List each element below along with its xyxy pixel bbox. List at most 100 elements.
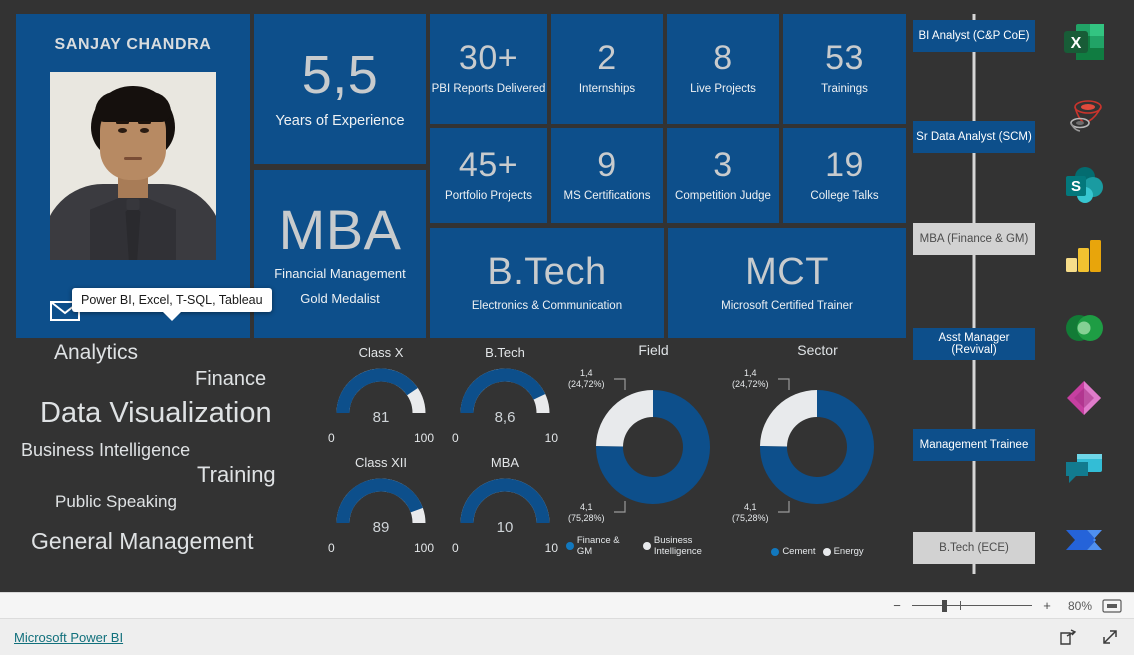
- zoom-in-button[interactable]: +: [1042, 599, 1052, 612]
- gauge-max-label: 100: [413, 541, 434, 555]
- kpi-value: 8: [713, 39, 733, 78]
- kpi-tile-college-talks[interactable]: 19 College Talks: [783, 128, 906, 223]
- credential-value: B.Tech: [487, 250, 607, 293]
- credential-label: Microsoft Certified Trainer: [721, 299, 853, 312]
- donut-slice-label-small: 1,4 (24,72%): [568, 368, 605, 390]
- kpi-value: 30+: [458, 39, 519, 78]
- timeline-node[interactable]: MBA (Finance & GM): [913, 223, 1035, 255]
- status-bar: Microsoft Power BI: [0, 618, 1134, 655]
- donut-slice-label-large: 4,1 (75,28%): [732, 502, 769, 524]
- kpi-tile-ms-certifications[interactable]: 9 MS Certifications: [551, 128, 663, 223]
- kpi-value: 9: [597, 145, 617, 184]
- kpi-label: Years of Experience: [275, 112, 405, 129]
- word-cloud-item[interactable]: General Management: [31, 530, 253, 553]
- teams-icon[interactable]: [1060, 446, 1108, 494]
- kpi-tile-competition-judge[interactable]: 3 Competition Judge: [667, 128, 779, 223]
- office-icon[interactable]: [1060, 304, 1108, 352]
- kpi-value: 2: [597, 39, 617, 78]
- credential-label-2: Gold Medalist: [300, 291, 380, 307]
- credential-label: Electronics & Communication: [471, 299, 623, 312]
- gauge-max-label: 10: [544, 431, 558, 445]
- credential-label: Financial Management: [274, 265, 406, 281]
- kpi-tile-live-projects[interactable]: 8 Live Projects: [667, 14, 779, 124]
- timeline-node[interactable]: Sr Data Analyst (SCM): [913, 121, 1035, 153]
- kpi-label: PBI Reports Delivered: [431, 83, 546, 96]
- career-timeline: BI Analyst (C&P CoE) Sr Data Analyst (SCM…: [913, 14, 1035, 574]
- kpi-label: Portfolio Projects: [445, 189, 532, 202]
- credential-value: MCT: [745, 250, 829, 293]
- power-automate-icon[interactable]: [1060, 516, 1108, 564]
- donut-legend: Cement Energy: [730, 546, 905, 557]
- word-cloud-item[interactable]: Public Speaking: [55, 493, 177, 510]
- gauge-class-x[interactable]: Class X 81 0 100: [326, 345, 436, 457]
- kpi-label: MS Certifications: [563, 189, 651, 202]
- donut-slice-label-large: 4,1 (75,28%): [568, 502, 605, 524]
- donut-field[interactable]: Field 1,4 (24,72%) 4,1 (75,28%) Finance & …: [566, 342, 741, 557]
- sharepoint-icon[interactable]: S: [1060, 162, 1108, 210]
- gauge-max-label: 100: [413, 431, 434, 445]
- kpi-label: Live Projects: [690, 83, 756, 96]
- power-bi-icon[interactable]: [1060, 232, 1108, 280]
- timeline-node[interactable]: B.Tech (ECE): [913, 532, 1035, 564]
- gauge-b-tech[interactable]: B.Tech 8,6 0 10: [450, 345, 560, 457]
- legend-item[interactable]: Business Intelligence: [643, 535, 741, 557]
- gauge-min-label: 0: [452, 541, 459, 555]
- legend-item[interactable]: Finance & GM: [566, 535, 636, 557]
- word-cloud-item[interactable]: Data Visualization: [40, 399, 272, 428]
- kpi-value: 5,5: [301, 44, 379, 105]
- svg-text:S: S: [1071, 178, 1081, 195]
- gauge-max-label: 10: [544, 541, 558, 555]
- gauge-title: MBA: [490, 455, 520, 470]
- tool-icon-rail: X S: [1056, 16, 1118, 576]
- kpi-label: Internships: [578, 83, 636, 96]
- microsoft-power-bi-link[interactable]: Microsoft Power BI: [14, 630, 123, 645]
- power-apps-icon[interactable]: [1060, 374, 1108, 422]
- fit-to-page-icon[interactable]: [1102, 599, 1122, 613]
- sql-server-icon[interactable]: [1060, 90, 1108, 138]
- word-cloud-item[interactable]: Finance: [195, 369, 266, 389]
- kpi-tile-pbi-reports-delivered[interactable]: 30+ PBI Reports Delivered: [430, 14, 547, 124]
- zoom-slider[interactable]: [912, 599, 1032, 613]
- donut-title: Field: [638, 342, 669, 358]
- kpi-tile-portfolio-projects[interactable]: 45+ Portfolio Projects: [430, 128, 547, 223]
- kpi-tile-trainings[interactable]: 53 Trainings: [783, 14, 906, 124]
- kpi-tile-internships[interactable]: 2 Internships: [551, 14, 663, 124]
- skills-word-cloud[interactable]: Analytics Finance Data Visualization Busine…: [12, 336, 330, 574]
- credential-tile-mct[interactable]: MCT Microsoft Certified Trainer: [668, 228, 906, 338]
- gauge-value: 10: [496, 519, 514, 536]
- gauge-mba[interactable]: MBA 10 0 10: [450, 455, 560, 567]
- report-canvas: SANJAY CHANDRA Power BI, Excel, T-SQL, T…: [0, 0, 1134, 592]
- legend-item[interactable]: Energy: [822, 546, 864, 557]
- kpi-value: 19: [825, 145, 864, 184]
- zoom-out-button[interactable]: −: [892, 599, 902, 612]
- gauge-value: 8,6: [494, 409, 516, 426]
- timeline-node[interactable]: Asst Manager (Revival): [913, 328, 1035, 360]
- credential-tile-b-tech[interactable]: B.Tech Electronics & Communication: [430, 228, 664, 338]
- kpi-label: Trainings: [821, 83, 868, 96]
- credential-tile-mba[interactable]: MBA Financial Management Gold Medalist: [254, 170, 426, 338]
- word-cloud-item[interactable]: Training: [197, 464, 276, 486]
- power-bi-report-window: SANJAY CHANDRA Power BI, Excel, T-SQL, T…: [0, 0, 1134, 655]
- word-cloud-item[interactable]: Business Intelligence: [21, 441, 190, 459]
- zoom-slider-handle[interactable]: [942, 599, 947, 612]
- kpi-tile-years-of-experience[interactable]: 5,5 Years of Experience: [254, 14, 426, 164]
- timeline-node[interactable]: Management Trainee: [913, 429, 1035, 461]
- gauge-value: 81: [372, 409, 390, 426]
- gauge-class-xii[interactable]: Class XII 89 0 100: [326, 455, 436, 567]
- share-icon[interactable]: [1058, 627, 1078, 647]
- donut-legend: Finance & GM Business Intelligence: [566, 535, 741, 557]
- legend-item[interactable]: Cement: [771, 546, 816, 557]
- kpi-label: College Talks: [810, 189, 879, 202]
- donut-sector[interactable]: Sector 1,4 (24,72%) 4,1 (75,28%) Cement En…: [730, 342, 905, 557]
- excel-icon[interactable]: X: [1060, 18, 1108, 66]
- skills-tooltip: Power BI, Excel, T-SQL, Tableau: [72, 288, 272, 312]
- gauge-title: Class XII: [354, 455, 407, 470]
- gauge-min-label: 0: [452, 431, 459, 445]
- timeline-spine: [972, 14, 976, 574]
- timeline-node[interactable]: BI Analyst (C&P CoE): [913, 20, 1035, 52]
- full-screen-icon[interactable]: [1100, 627, 1120, 647]
- word-cloud-item[interactable]: Analytics: [54, 342, 138, 363]
- zoom-level-value: 80%: [1067, 598, 1092, 613]
- zoom-bar: − + 80%: [0, 592, 1134, 618]
- gauge-value: 89: [372, 519, 390, 536]
